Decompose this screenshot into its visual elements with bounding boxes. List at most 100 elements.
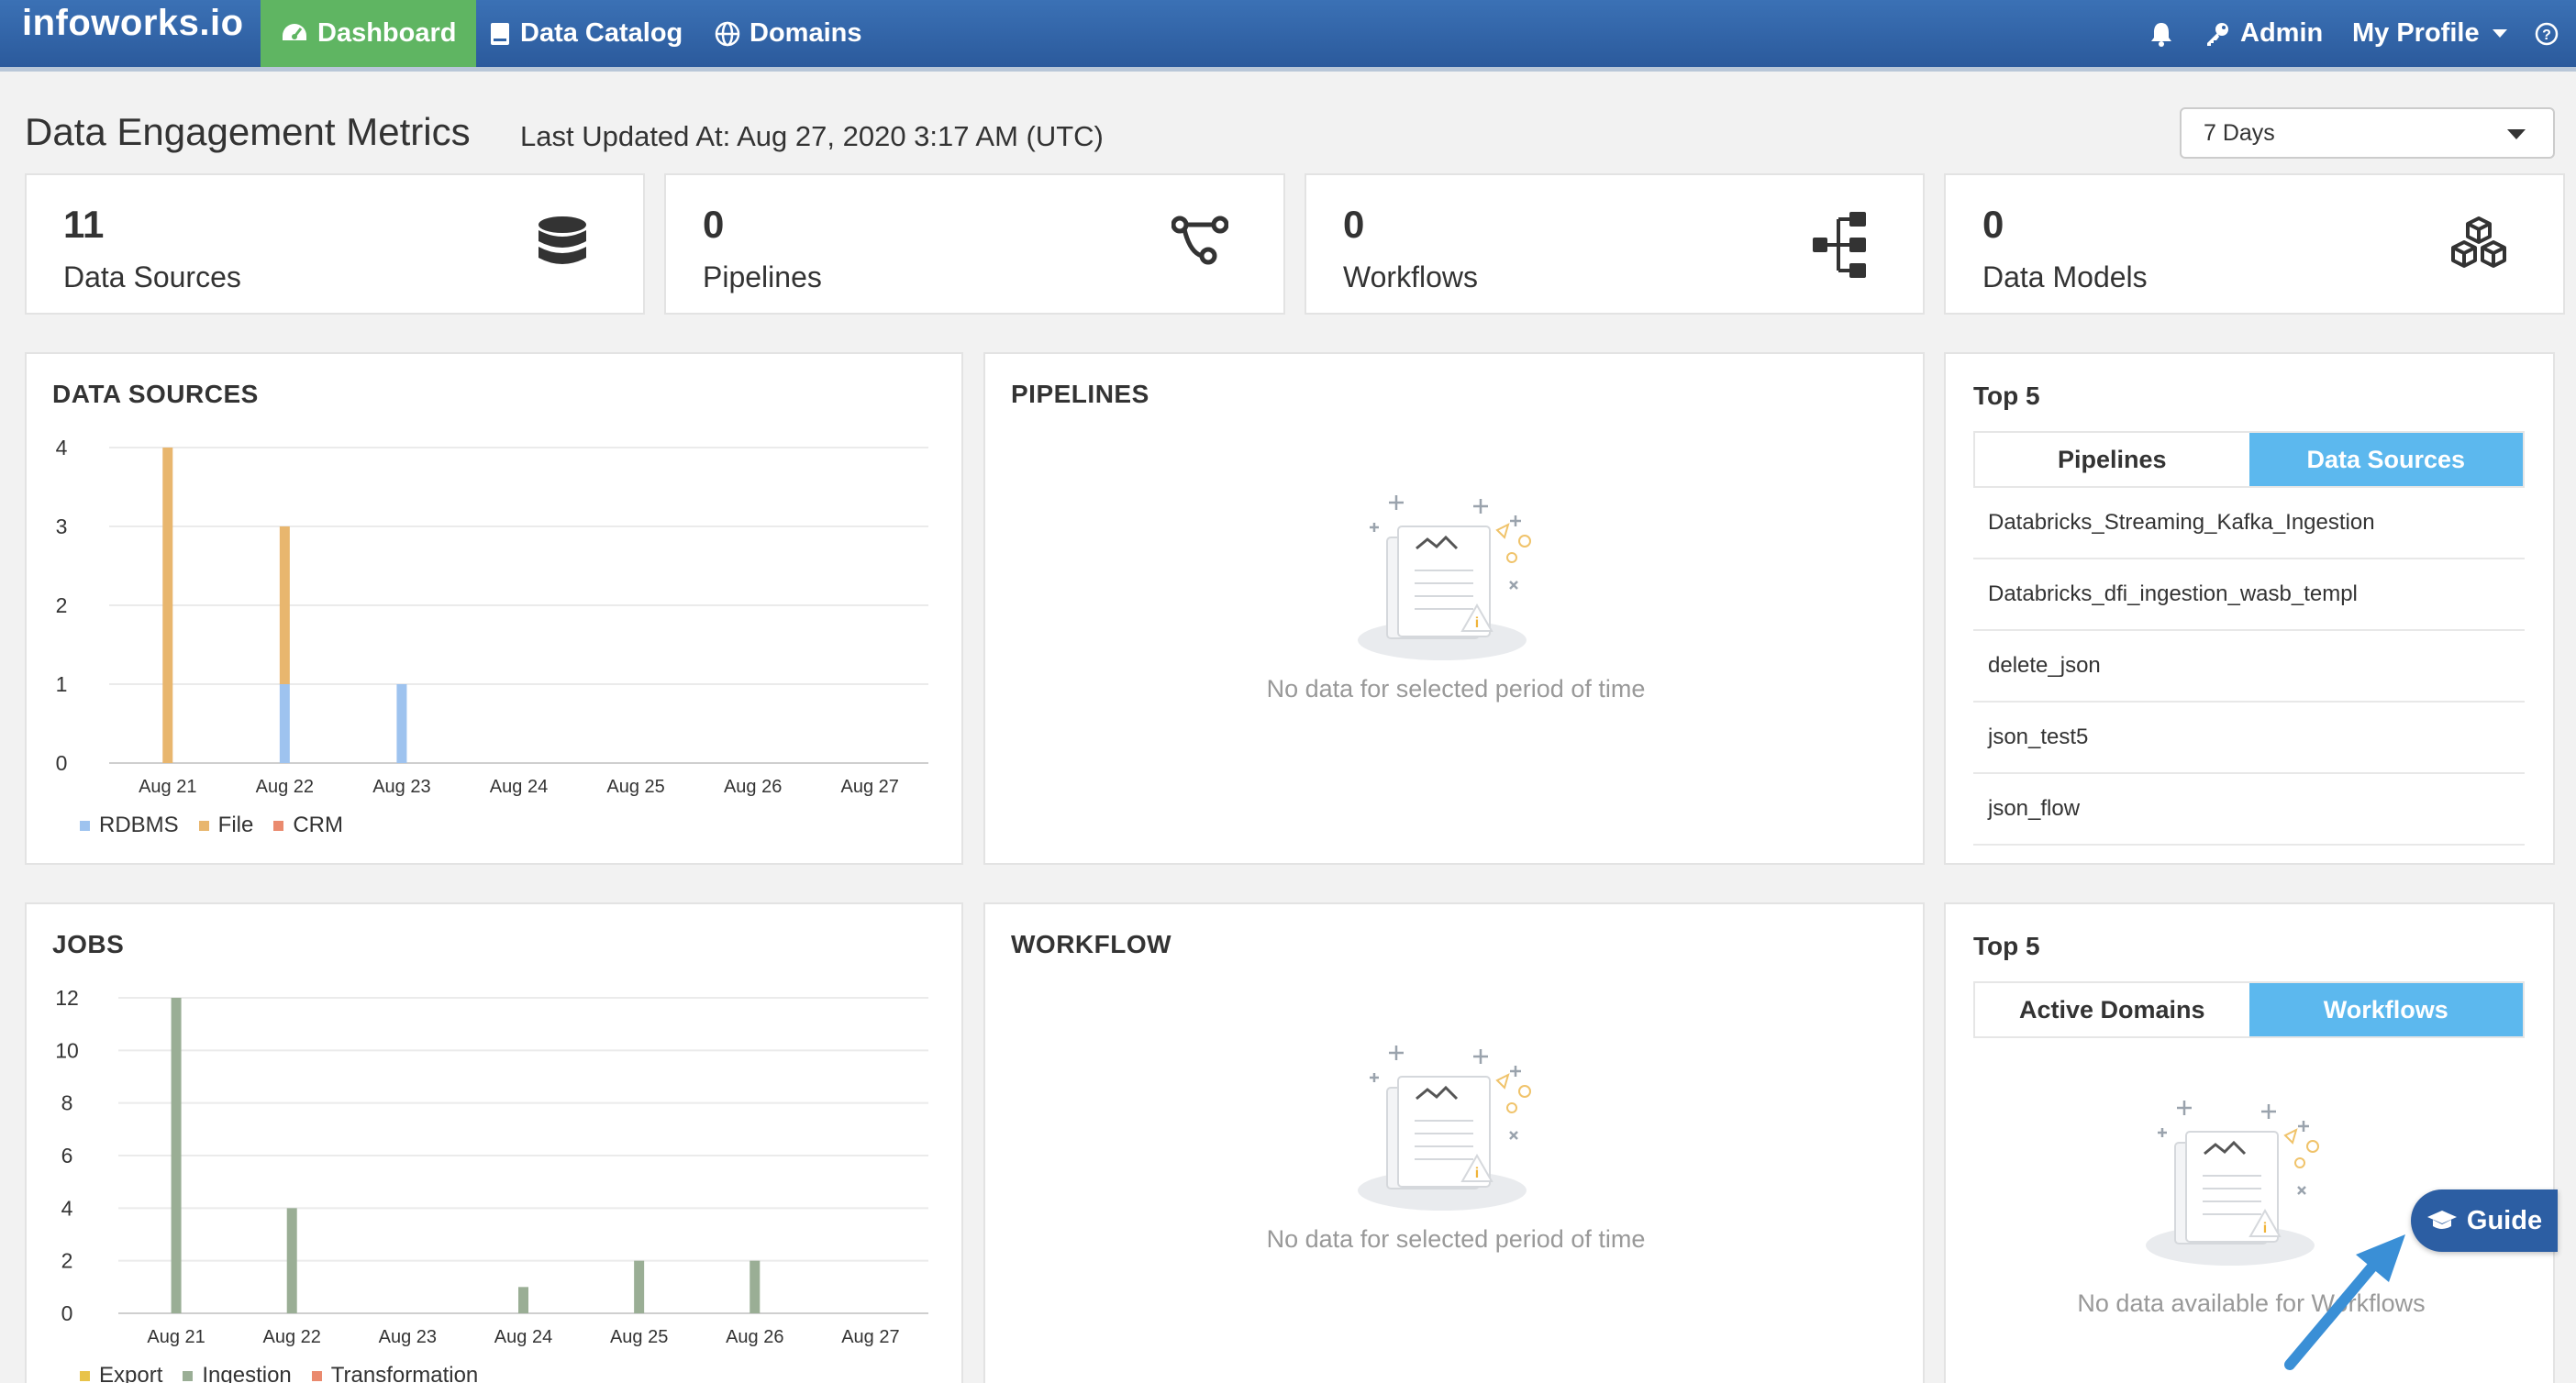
x-tick-label: Aug 24 [494, 1327, 552, 1347]
pipeline-icon [1171, 216, 1228, 265]
arrow-pointer-icon [2284, 1234, 2405, 1370]
stat-card-data-models: 0 Data Models [1944, 173, 2565, 315]
top-navbar: infoworks.io Dashboard Data Catalog Doma… [0, 0, 2576, 72]
legend-item-file[interactable]: File [198, 813, 254, 838]
legend-label: Ingestion [202, 1363, 292, 1383]
list-item[interactable]: Databricks_dfi_ingestion_wasb_templ [1973, 559, 2525, 631]
bar-rdbms [279, 684, 290, 763]
top5-sources-panel: Top 5 Pipelines Data Sources Databricks_… [1944, 352, 2555, 865]
legend-swatch [311, 1370, 322, 1381]
x-tick-label: Aug 26 [726, 1327, 783, 1347]
y-tick-label: 8 [61, 1091, 73, 1115]
chevron-down-icon [2507, 129, 2526, 139]
tab-active-domains[interactable]: Active Domains [1975, 983, 2249, 1036]
admin-menu[interactable]: Admin [2183, 0, 2343, 67]
empty-state-text: No data for selected period of time [1266, 1225, 1646, 1253]
data-sources-legend: RDBMS File CRM [80, 813, 343, 838]
legend-item-export[interactable]: Export [80, 1363, 162, 1383]
tab-pipelines[interactable]: Pipelines [1975, 433, 2249, 486]
legend-swatch [273, 820, 284, 831]
y-tick-label: 10 [55, 1038, 79, 1062]
empty-state-illustration: i [1358, 495, 1531, 660]
top5-list: Databricks_Streaming_Kafka_Ingestion Dat… [1973, 488, 2525, 846]
guide-button[interactable]: Guide [2411, 1189, 2558, 1252]
nav-data-catalog[interactable]: Data Catalog [469, 0, 703, 67]
list-item[interactable]: delete_json [1973, 631, 2525, 703]
x-tick-label: Aug 21 [139, 777, 196, 797]
globe-icon [715, 21, 740, 46]
stat-card-data-sources: 11 Data Sources [25, 173, 645, 315]
nav-domains-label: Domains [749, 18, 862, 48]
list-item[interactable]: json_flow [1973, 774, 2525, 846]
nav-dashboard[interactable]: Dashboard [261, 0, 477, 67]
y-tick-label: 0 [61, 1301, 73, 1325]
x-tick-label: Aug 25 [610, 1327, 668, 1347]
chevron-down-icon [2492, 29, 2507, 38]
stat-value: 0 [703, 203, 725, 246]
y-tick-label: 4 [61, 1196, 73, 1220]
bar-rdbms [396, 684, 407, 763]
x-tick-label: Aug 27 [841, 777, 899, 797]
legend-item-transformation[interactable]: Transformation [311, 1363, 478, 1383]
y-tick-label: 4 [56, 436, 68, 459]
key-icon [2207, 22, 2228, 46]
bar-file [162, 448, 173, 763]
jobs-panel: JOBS 0 2 4 6 8 10 12 Aug 21 Aug 22 Aug 23 Aug 24 Au… [25, 902, 963, 1383]
workflow-panel: WORKFLOW i No data for selected period o… [983, 902, 1925, 1383]
legend-label: Export [99, 1363, 163, 1383]
profile-label: My Profile [2352, 18, 2480, 48]
period-select[interactable]: 7 Days [2180, 107, 2555, 159]
stat-label: Data Sources [63, 260, 241, 293]
bar-file [279, 526, 290, 684]
stat-value: 0 [1982, 203, 2004, 246]
legend-swatch [183, 1370, 194, 1381]
help-button[interactable]: ? [2523, 0, 2570, 67]
legend-item-ingestion[interactable]: Ingestion [183, 1363, 292, 1383]
profile-menu[interactable]: My Profile [2332, 0, 2527, 67]
x-tick-label: Aug 27 [841, 1327, 899, 1347]
legend-swatch [80, 1370, 90, 1381]
help-icon: ? [2535, 22, 2559, 45]
nav-dashboard-label: Dashboard [317, 18, 457, 48]
legend-label: RDBMS [99, 813, 179, 837]
legend-label: File [217, 813, 254, 837]
book-icon [491, 22, 509, 45]
period-select-value: 7 Days [2204, 119, 2275, 146]
brand-logo[interactable]: infoworks.io [22, 0, 244, 51]
panel-title: Top 5 [1973, 932, 2040, 960]
list-item[interactable]: json_test5 [1973, 703, 2525, 774]
legend-swatch [198, 820, 209, 831]
bar-ingestion [286, 1208, 297, 1313]
x-tick-label: Aug 21 [147, 1327, 205, 1347]
stat-value: 0 [1343, 203, 1365, 246]
y-tick-label: 6 [61, 1144, 73, 1167]
stat-label: Pipelines [703, 260, 822, 293]
legend-item-rdbms[interactable]: RDBMS [80, 813, 179, 838]
workflow-icon [1813, 212, 1866, 278]
x-tick-label: Aug 22 [263, 1327, 321, 1347]
y-tick-label: 3 [56, 514, 68, 538]
x-tick-label: Aug 26 [724, 777, 782, 797]
graduation-cap-icon [2426, 1211, 2457, 1229]
jobs-chart: 0 2 4 6 8 10 12 Aug 21 Aug 22 Aug 23 Aug 24 Aug 25 A… [55, 986, 928, 1347]
data-sources-panel: DATA SOURCES 0 1 2 3 4 Aug 21 Aug 22 Aug 23 Aug … [25, 352, 963, 865]
x-tick-label: Aug 23 [379, 1327, 437, 1347]
cubes-icon [2451, 216, 2506, 268]
legend-label: CRM [293, 813, 343, 837]
last-updated-text: Last Updated At: Aug 27, 2020 3:17 AM (U… [520, 120, 1104, 152]
panel-title: WORKFLOW [1011, 930, 1172, 958]
database-icon [539, 216, 586, 264]
top5-tabs: Active Domains Workflows [1973, 981, 2525, 1038]
dashboard-icon [283, 23, 306, 40]
panel-title: Top 5 [1973, 382, 2040, 410]
nav-domains[interactable]: Domains [694, 0, 882, 67]
tab-data-sources[interactable]: Data Sources [2248, 433, 2523, 486]
panel-title: PIPELINES [1011, 380, 1149, 408]
legend-item-crm[interactable]: CRM [273, 813, 343, 838]
bar-ingestion [518, 1287, 528, 1313]
tab-workflows[interactable]: Workflows [2248, 983, 2523, 1036]
page-title: Data Engagement Metrics [25, 110, 471, 153]
list-item[interactable]: Databricks_Streaming_Kafka_Ingestion [1973, 488, 2525, 559]
bell-icon [2151, 22, 2171, 47]
x-tick-label: Aug 23 [372, 777, 430, 797]
